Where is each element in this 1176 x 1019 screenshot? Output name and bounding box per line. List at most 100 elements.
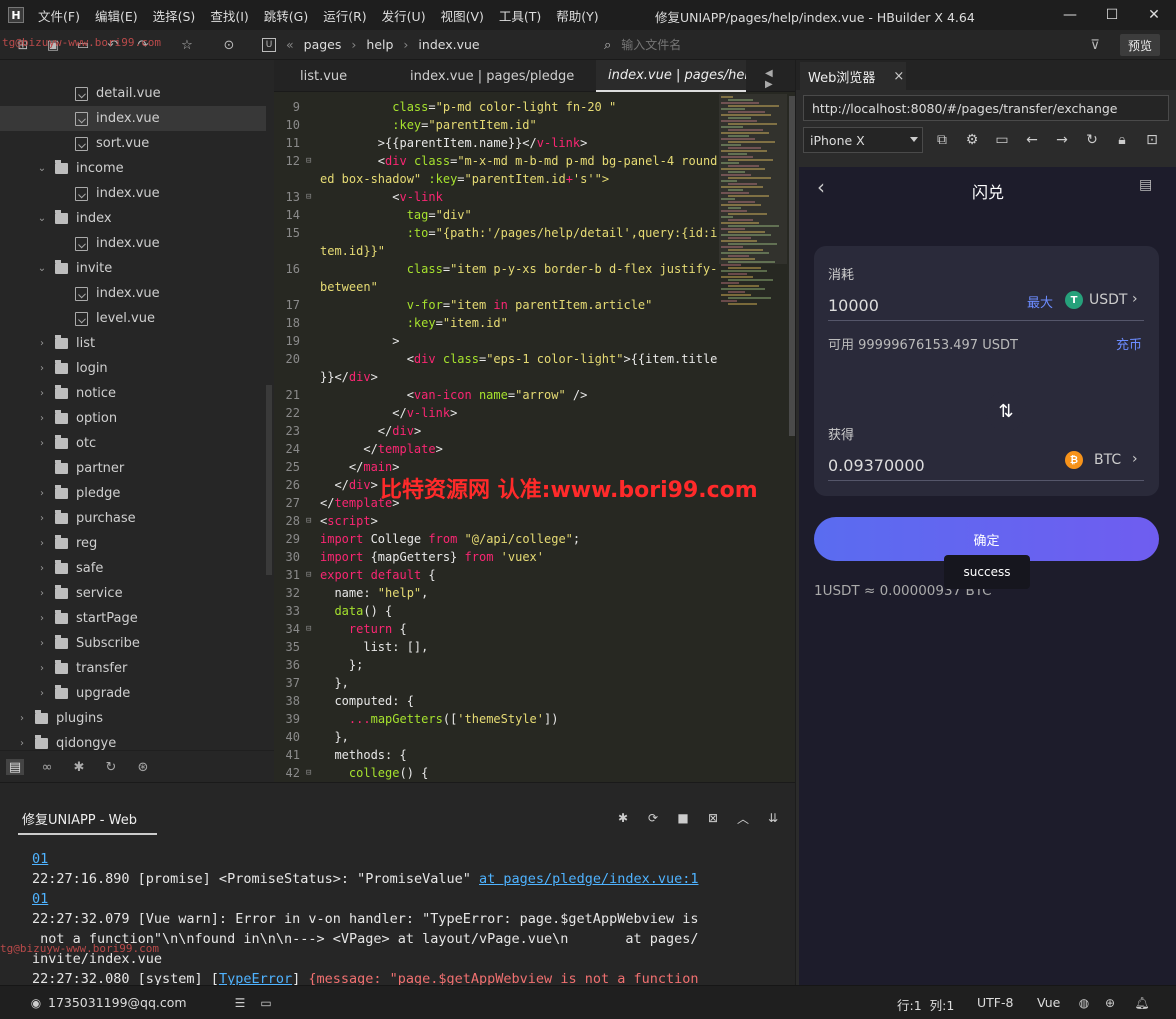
file-encoding[interactable]: UTF-8 <box>977 995 1013 1010</box>
browser-tab-close-icon[interactable]: × <box>893 69 904 84</box>
tree-item-folder[interactable]: › reg <box>0 531 266 556</box>
tree-item-folder[interactable]: › purchase <box>0 506 266 531</box>
browser-tab[interactable]: Web浏览器 × <box>800 62 906 90</box>
fold-toggle-icon[interactable]: ⊟ <box>306 152 311 170</box>
tree-item-folder[interactable]: › option <box>0 406 266 431</box>
run-icon[interactable]: ⊙ <box>220 36 238 54</box>
tab-list-vue[interactable]: list.vue <box>288 60 398 92</box>
tree-item-file[interactable]: index.vue <box>0 231 266 256</box>
chevron-down-icon[interactable]: ⌄ <box>36 263 48 274</box>
user-account[interactable]: 1735031199@qq.com <box>48 995 187 1010</box>
list-icon[interactable]: ☰ <box>232 995 248 1011</box>
menu-item[interactable]: 视图(V) <box>441 6 484 25</box>
menu-item[interactable]: 跳转(G) <box>264 6 308 25</box>
max-button[interactable]: 最大 <box>1027 292 1053 311</box>
fold-toggle-icon[interactable]: ⊟ <box>306 188 311 206</box>
spend-amount-input[interactable]: 10000 <box>828 296 879 315</box>
tree-item-folder[interactable]: › transfer <box>0 656 266 681</box>
tree-item-file[interactable]: index.vue <box>0 281 266 306</box>
console-link[interactable]: 01 <box>32 851 48 867</box>
lock-icon[interactable]: 🔒︎ <box>1112 130 1132 150</box>
minimap[interactable] <box>719 94 787 782</box>
bell-icon[interactable]: 🔔︎ <box>1134 995 1150 1011</box>
back-arrow-icon[interactable]: ← <box>1022 130 1042 150</box>
preview-button[interactable]: 预览 <box>1120 34 1160 56</box>
minimap-viewport[interactable] <box>719 94 787 264</box>
tree-item-folder[interactable]: ⌄ invite <box>0 256 266 281</box>
file-language[interactable]: Vue <box>1037 995 1060 1010</box>
tree-item-folder[interactable]: › notice <box>0 381 266 406</box>
device-select[interactable]: iPhone X <box>803 127 923 153</box>
chevron-right-icon[interactable]: › <box>36 613 48 624</box>
filter-icon[interactable]: ⊽ <box>1086 36 1104 54</box>
tree-item-folder[interactable]: › upgrade <box>0 681 266 706</box>
fold-toggle-icon[interactable]: ⊟ <box>306 566 311 584</box>
refresh-icon[interactable]: ↻ <box>1082 130 1102 150</box>
chevron-right-icon[interactable]: › <box>36 413 48 424</box>
file-search-input[interactable] <box>621 38 1022 52</box>
tree-item-folder[interactable]: partner <box>0 456 266 481</box>
settings-icon[interactable]: ⚙ <box>962 130 982 150</box>
chevron-right-icon[interactable]: › <box>36 663 48 674</box>
chevron-right-icon[interactable]: › <box>16 738 28 749</box>
code-area[interactable]: 9 class="p-md color-light fn-20 " 10 :key… <box>274 94 719 782</box>
record-icon[interactable]: ▤ <box>1139 177 1157 195</box>
chevron-right-icon[interactable]: › <box>36 688 48 699</box>
tree-item-file[interactable]: index.vue <box>0 106 266 131</box>
close-icon[interactable]: ✕ <box>1134 0 1174 30</box>
cursor-position[interactable]: 行:1 列:1 <box>897 995 954 1014</box>
swap-icon[interactable]: ⇅ <box>986 391 1026 431</box>
chevron-right-icon[interactable]: › <box>36 588 48 599</box>
tree-item-folder[interactable]: › pledge <box>0 481 266 506</box>
chevron-right-icon[interactable]: › <box>36 513 48 524</box>
sidebar-scrollbar[interactable] <box>266 385 272 575</box>
minimize-icon[interactable]: — <box>1050 0 1090 30</box>
chevron-right-icon[interactable]: › <box>36 563 48 574</box>
tree-item-folder[interactable]: › otc <box>0 431 266 456</box>
chevron-right-icon[interactable]: › <box>36 488 48 499</box>
chevron-right-icon[interactable]: › <box>1132 451 1138 467</box>
chevron-right-icon[interactable]: › <box>16 713 28 724</box>
tree-item-folder[interactable]: › qidongye <box>0 731 266 750</box>
stop-icon[interactable]: ■ <box>674 809 692 827</box>
maximize-icon[interactable]: ☐ <box>1092 0 1132 30</box>
chevron-down-icon[interactable]: ⌄ <box>36 163 48 174</box>
chevron-right-icon[interactable]: › <box>36 338 48 349</box>
tree-item-folder[interactable]: › Subscribe <box>0 631 266 656</box>
screenshot-icon[interactable]: ⧉ <box>932 130 952 150</box>
receive-coin[interactable]: BTC <box>1094 452 1121 468</box>
devtools-icon[interactable]: ▭ <box>992 130 1012 150</box>
crumb-back-icon[interactable]: « <box>286 37 294 52</box>
tree-item-file[interactable]: index.vue <box>0 181 266 206</box>
plugin-icon[interactable]: ⊛ <box>134 759 152 775</box>
download-icon[interactable]: ⊕ <box>1102 995 1118 1011</box>
star-icon[interactable]: ☆ <box>178 36 196 54</box>
tab-help-index[interactable]: index.vue | pages/help <box>596 60 746 92</box>
tree-item-folder[interactable]: ⌄ index <box>0 206 266 231</box>
tree-item-folder[interactable]: › service <box>0 581 266 606</box>
chevron-right-icon[interactable]: › <box>36 438 48 449</box>
clear-console-icon[interactable]: ⊠ <box>704 809 722 827</box>
user-icon[interactable]: ◉ <box>28 995 44 1011</box>
console-link[interactable]: at pages/pledge/index.vue:1 <box>479 871 698 887</box>
chat-icon[interactable]: ◍ <box>1076 995 1092 1011</box>
pin-icon[interactable]: ⊡ <box>1142 130 1162 150</box>
crumb-help[interactable]: help <box>366 37 393 52</box>
forward-arrow-icon[interactable]: → <box>1052 130 1072 150</box>
console-output[interactable]: 01 22:27:16.890 [promise] <PromiseStatus>… <box>32 849 782 989</box>
tree-item-folder[interactable]: › safe <box>0 556 266 581</box>
spend-coin[interactable]: USDT <box>1089 292 1127 308</box>
tree-item-folder[interactable]: › list <box>0 331 266 356</box>
bug-icon[interactable]: ✱ <box>70 759 88 775</box>
tree-item-file[interactable]: sort.vue <box>0 131 266 156</box>
crumb-pages[interactable]: pages <box>304 37 342 52</box>
menu-item[interactable]: 运行(R) <box>323 6 366 25</box>
tree-item-folder[interactable]: › login <box>0 356 266 381</box>
console-tab[interactable]: 修复UNIAPP - Web <box>18 809 157 835</box>
tree-item-folder[interactable]: › startPage <box>0 606 266 631</box>
menu-item[interactable]: 选择(S) <box>153 6 196 25</box>
chevron-right-icon[interactable]: › <box>1132 291 1138 307</box>
menu-item[interactable]: 发行(U) <box>382 6 426 25</box>
project-manager-icon[interactable]: ▤ <box>6 759 24 775</box>
chevron-right-icon[interactable]: › <box>36 363 48 374</box>
